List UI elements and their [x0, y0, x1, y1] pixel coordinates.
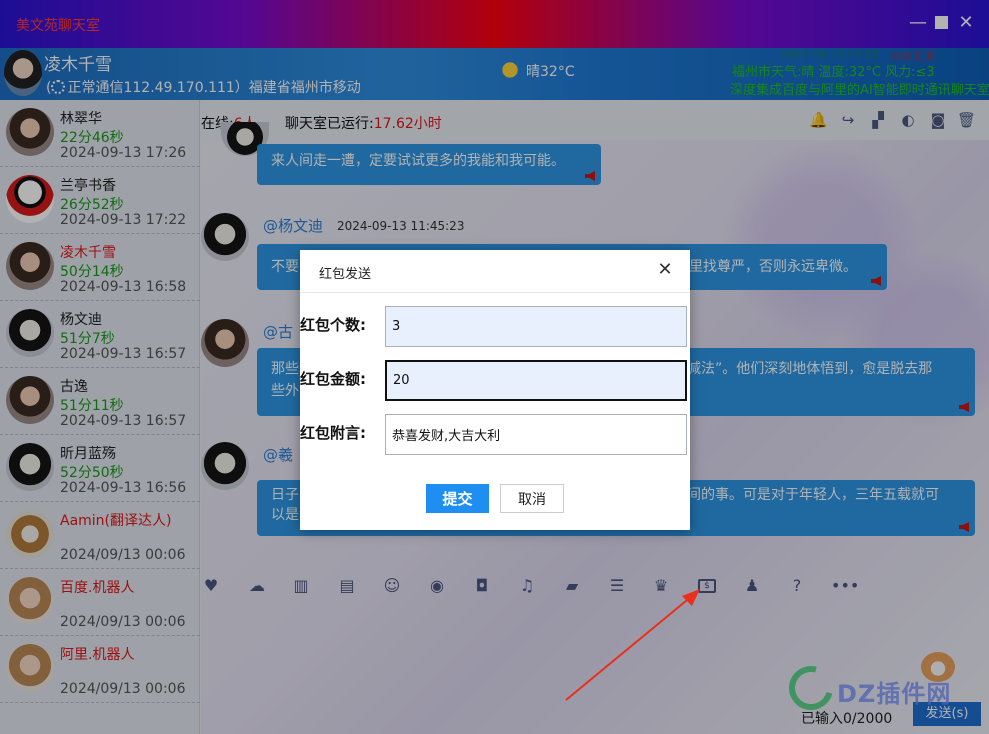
amount-label: 红包金额: [300, 370, 366, 388]
arrow-line [565, 595, 693, 701]
amount-field[interactable] [385, 360, 687, 401]
count-label: 红包个数: [300, 316, 366, 334]
arrow-head [682, 589, 700, 606]
submit-button[interactable]: 提交 [426, 484, 489, 513]
dialog-divider [300, 292, 690, 293]
count-field[interactable] [385, 306, 687, 347]
note-field[interactable] [385, 414, 687, 455]
red-packet-dialog: 红包发送 ✕ 红包个数: 红包金额: 红包附言: 提交 取消 [300, 250, 690, 530]
close-icon[interactable]: ✕ [657, 261, 673, 279]
cancel-button[interactable]: 取消 [500, 484, 564, 513]
dialog-title: 红包发送 [319, 267, 372, 282]
note-label: 红包附言: [300, 424, 366, 442]
